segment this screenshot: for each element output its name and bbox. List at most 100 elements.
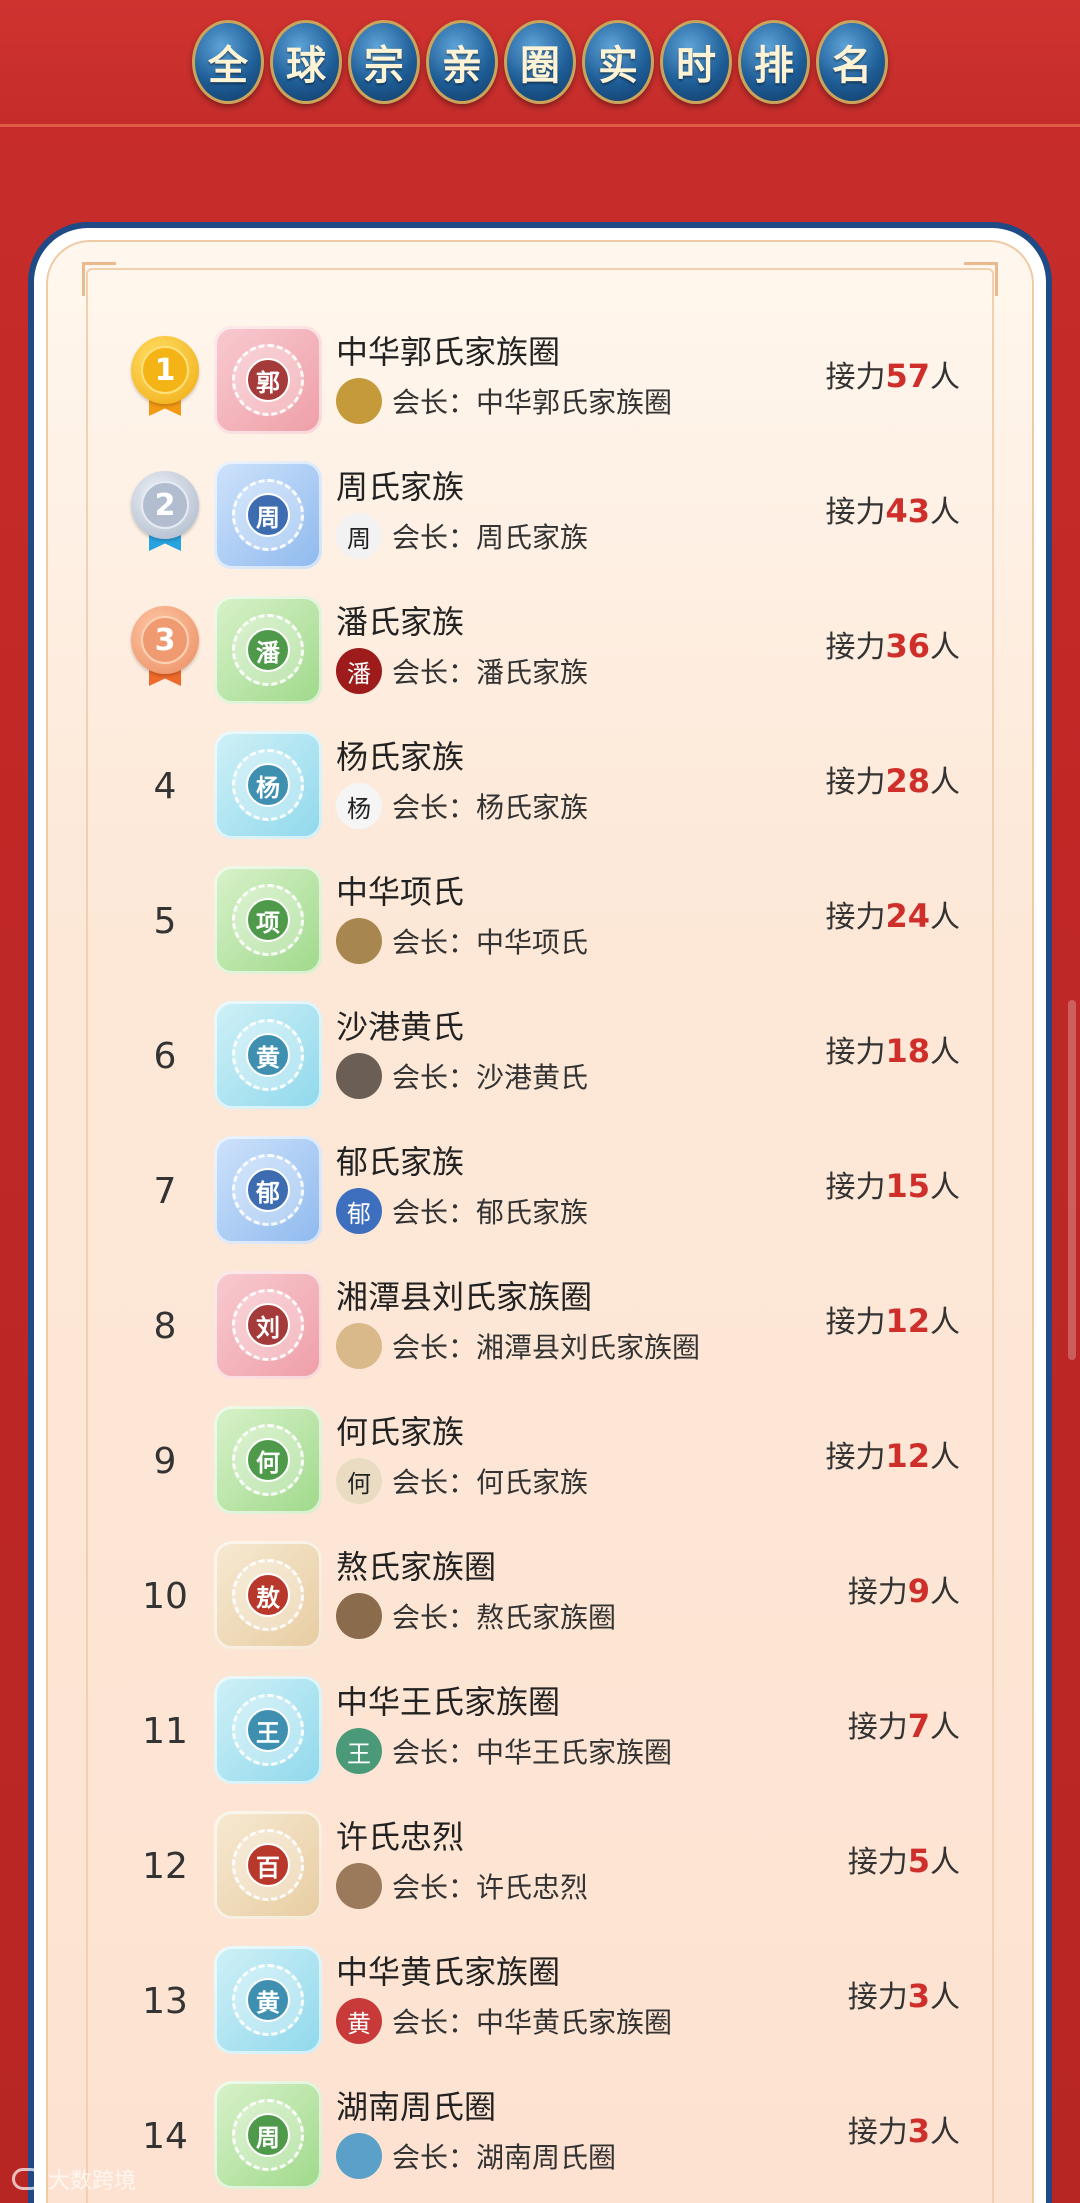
leader-prefix: 会长： [392,521,477,554]
clan-surname: 百 [246,1843,290,1887]
clan-badge[interactable]: 杨 [214,731,322,839]
leader-avatar[interactable] [336,1863,382,1909]
clan-name[interactable]: 中华郭氏家族圈 [336,330,766,374]
relay-suffix: 人 [930,360,960,395]
rank-indicator: 2 [120,461,210,571]
rank-indicator: 7 [120,1136,210,1246]
clan-name[interactable]: 何氏家族 [336,1410,766,1454]
clan-badge[interactable]: 王 [214,1676,322,1784]
leader-avatar[interactable]: 黄 [336,1998,382,2044]
clan-name[interactable]: 周氏家族 [336,465,766,509]
leader-name: 中华郭氏家族圈 [476,386,673,419]
clan-badge[interactable]: 郁 [214,1136,322,1244]
relay-number: 24 [885,897,930,935]
leader-row: 会长：沙港黄氏 [336,1053,766,1099]
leader-avatar[interactable]: 周 [336,513,382,559]
clan-badge[interactable]: 刘 [214,1271,322,1379]
clan-name[interactable]: 中华项氏 [336,870,766,914]
relay-suffix: 人 [930,1980,960,2015]
ranking-list: 1 郭中华郭氏家族圈 会长：中华郭氏家族圈 接力 57 人 2 周周氏家族周会长：周氏家族 接力… [120,326,960,2203]
clan-name[interactable]: 湘潭县刘氏家族圈 [336,1275,766,1319]
clan-badge[interactable]: 郭 [214,326,322,434]
clan-surname: 敖 [246,1573,290,1617]
clan-name[interactable]: 湖南周氏圈 [336,2085,766,2129]
clan-badge[interactable]: 黄 [214,1001,322,1109]
leader-label: 会长：熬氏家族圈 [392,1596,616,1636]
relay-count: 接力 5 人 [848,1837,960,1887]
list-item[interactable]: 8 刘湘潭县刘氏家族圈 会长：湘潭县刘氏家族圈 接力 12 人 [120,1271,960,1406]
ranking-page: 全球宗亲圈实时排名 1 郭中华郭氏家族圈 会长：中华郭氏家族圈 接力 57 人 2 周周氏家族… [0,0,1080,2203]
rank-number: 8 [153,1305,177,1347]
leader-label: 会长：中华项氏 [392,921,588,961]
rank-indicator: 9 [120,1406,210,1516]
clan-name[interactable]: 中华黄氏家族圈 [336,1950,766,1994]
list-item[interactable]: 10 敖熬氏家族圈 会长：熬氏家族圈 接力 9 人 [120,1541,960,1676]
relay-prefix: 接力 [847,1710,908,1745]
list-item[interactable]: 2 周周氏家族周会长：周氏家族 接力 43 人 [120,461,960,596]
list-item[interactable]: 1 郭中华郭氏家族圈 会长：中华郭氏家族圈 接力 57 人 [120,326,960,461]
relay-suffix: 人 [930,1305,960,1340]
leader-avatar[interactable] [336,2133,382,2179]
leader-prefix: 会长： [392,926,477,959]
list-item[interactable]: 3 潘潘氏家族潘会长：潘氏家族 接力 36 人 [120,596,960,731]
leader-prefix: 会长： [392,386,477,419]
relay-prefix: 接力 [825,1035,886,1070]
leader-name: 中华王氏家族圈 [476,1736,673,1769]
leader-avatar[interactable]: 潘 [336,648,382,694]
leader-avatar[interactable] [336,1053,382,1099]
relay-number: 28 [885,762,930,800]
leader-avatar[interactable]: 杨 [336,783,382,829]
scroll-indicator[interactable] [1068,1000,1076,1360]
list-item[interactable]: 13 黄中华黄氏家族圈黄会长：中华黄氏家族圈 接力 3 人 [120,1946,960,2081]
rank-indicator: 1 [120,326,210,436]
clan-seal: 黄 [232,1019,304,1091]
list-item[interactable]: 7 郁郁氏家族郁会长：郁氏家族 接力 15 人 [120,1136,960,1271]
leader-row: 会长：湖南周氏圈 [336,2133,766,2179]
rank-indicator: 4 [120,731,210,841]
leader-avatar[interactable]: 何 [336,1458,382,1504]
leader-avatar[interactable] [336,918,382,964]
list-item[interactable]: 5 项中华项氏 会长：中华项氏 接力 24 人 [120,866,960,1001]
clan-name[interactable]: 中华王氏家族圈 [336,1680,766,1724]
clan-badge[interactable]: 百 [214,1811,322,1919]
clan-info: 湘潭县刘氏家族圈 会长：湘潭县刘氏家族圈 [336,1275,766,1369]
list-item[interactable]: 9 何何氏家族何会长：何氏家族 接力 12 人 [120,1406,960,1541]
clan-name[interactable]: 沙港黄氏 [336,1005,766,1049]
list-item[interactable]: 6 黄沙港黄氏 会长：沙港黄氏 接力 18 人 [120,1001,960,1136]
leader-avatar[interactable]: 王 [336,1728,382,1774]
relay-count: 接力 28 人 [825,757,960,807]
clan-surname: 王 [246,1708,290,1752]
leader-prefix: 会长： [392,1736,477,1769]
clan-surname: 郭 [246,358,290,402]
clan-name[interactable]: 潘氏家族 [336,600,766,644]
leader-name: 杨氏家族 [476,791,589,824]
leader-avatar[interactable] [336,378,382,424]
rank-number: 3 [141,616,189,664]
clan-badge[interactable]: 黄 [214,1946,322,2054]
clan-badge[interactable]: 项 [214,866,322,974]
relay-prefix: 接力 [825,1440,886,1475]
leader-avatar[interactable] [336,1593,382,1639]
watermark-logo-icon [12,2168,42,2190]
leader-avatar[interactable]: 郁 [336,1188,382,1234]
clan-surname: 黄 [246,1978,290,2022]
clan-name[interactable]: 郁氏家族 [336,1140,766,1184]
leader-prefix: 会长： [392,2141,477,2174]
list-item[interactable]: 14 周湖南周氏圈 会长：湖南周氏圈 接力 3 人 [120,2081,960,2203]
clan-seal: 杨 [232,749,304,821]
leader-avatar[interactable] [336,1323,382,1369]
clan-name[interactable]: 许氏忠烈 [336,1815,766,1859]
clan-name[interactable]: 杨氏家族 [336,735,766,779]
clan-name[interactable]: 熬氏家族圈 [336,1545,766,1589]
clan-badge[interactable]: 周 [214,461,322,569]
clan-badge[interactable]: 何 [214,1406,322,1514]
list-item[interactable]: 12 百许氏忠烈 会长：许氏忠烈 接力 5 人 [120,1811,960,1946]
list-item[interactable]: 4 杨杨氏家族杨会长：杨氏家族 接力 28 人 [120,731,960,866]
clan-badge[interactable]: 潘 [214,596,322,704]
rank-number: 4 [153,765,177,807]
list-item[interactable]: 11 王中华王氏家族圈王会长：中华王氏家族圈 接力 7 人 [120,1676,960,1811]
title-char: 时 [660,20,732,104]
clan-badge[interactable]: 周 [214,2081,322,2189]
watermark: 大数跨境 [12,2163,136,2195]
clan-badge[interactable]: 敖 [214,1541,322,1649]
